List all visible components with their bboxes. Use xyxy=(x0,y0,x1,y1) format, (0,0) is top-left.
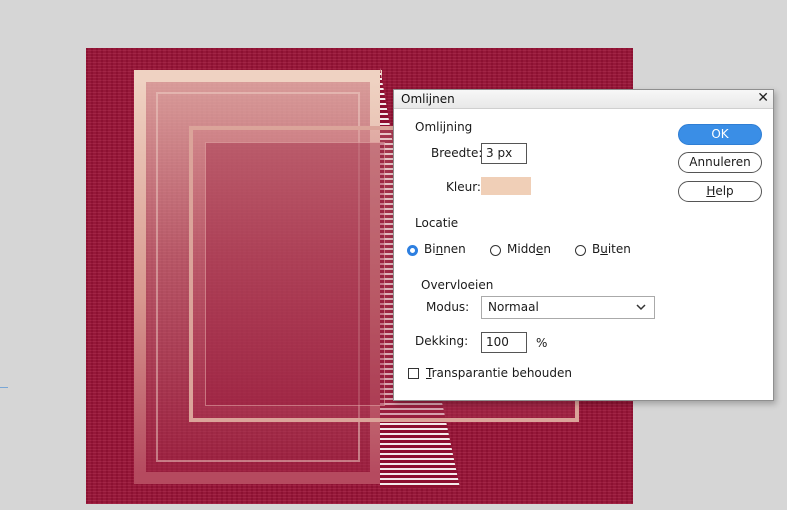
radio-outside[interactable] xyxy=(575,245,586,256)
stroke-section-label: Omlijning xyxy=(415,120,473,134)
cancel-button[interactable]: Annuleren xyxy=(678,152,762,173)
dialog-titlebar[interactable]: Omlijnen ✕ xyxy=(394,90,773,109)
mode-select[interactable]: Normaal xyxy=(481,296,655,319)
width-input[interactable]: 3 px xyxy=(481,143,527,164)
radio-center[interactable] xyxy=(490,245,501,256)
width-label: Breedte: xyxy=(431,146,483,160)
radio-inside[interactable] xyxy=(407,245,418,256)
opacity-label: Dekking: xyxy=(415,334,469,348)
preserve-transparency-checkbox[interactable] xyxy=(408,368,419,379)
opacity-unit: % xyxy=(536,336,548,350)
guide-line xyxy=(0,387,8,388)
blend-section-label: Overvloeien xyxy=(421,278,494,292)
help-button[interactable]: Help xyxy=(678,181,762,202)
stroke-dialog: Omlijnen ✕ Omlijning Breedte: 3 px Kleur… xyxy=(393,89,774,401)
close-icon[interactable]: ✕ xyxy=(757,90,769,106)
color-swatch[interactable] xyxy=(481,177,531,195)
mode-select-value: Normaal xyxy=(488,300,539,314)
radio-center-label: Midden xyxy=(507,242,551,256)
radio-outside-label: Buiten xyxy=(592,242,631,256)
ok-button[interactable]: OK xyxy=(678,124,762,145)
preserve-transparency-label: Transparantie behouden xyxy=(426,366,572,380)
mode-label: Modus: xyxy=(426,300,470,314)
location-section-label: Locatie xyxy=(415,216,459,230)
opacity-input[interactable]: 100 xyxy=(481,332,527,353)
inner-frame-opening xyxy=(205,142,385,406)
color-label: Kleur: xyxy=(446,180,481,194)
radio-inside-label: Binnen xyxy=(424,242,466,256)
chevron-down-icon xyxy=(636,297,646,325)
dialog-title: Omlijnen xyxy=(401,92,455,106)
